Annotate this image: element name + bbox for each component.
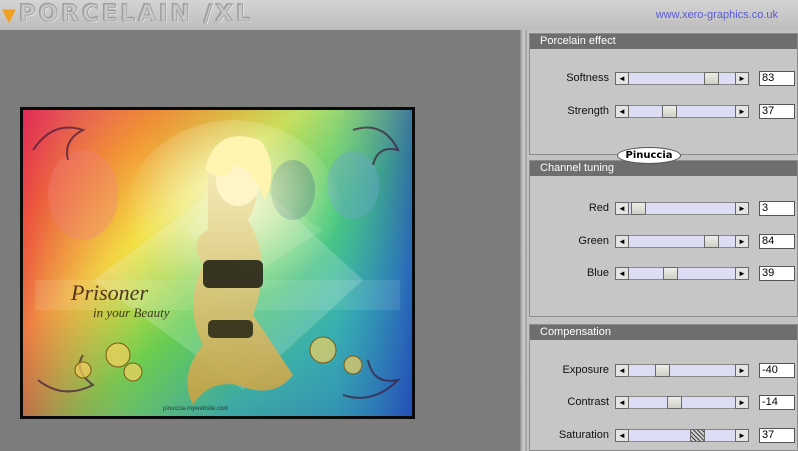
group-title: Compensation (530, 325, 797, 340)
saturation-row: Saturation ◄ ► 37 (530, 428, 798, 444)
softness-slider[interactable]: ◄ ► (615, 72, 749, 85)
red-value-field[interactable]: 3 (759, 201, 795, 216)
slider-thumb[interactable] (663, 267, 678, 280)
slider-thumb[interactable] (667, 396, 682, 409)
preview-image[interactable]: Prisoner in your Beauty pinuccia-mywebsi… (20, 107, 415, 419)
logo-triangle-icon: ▼ (2, 5, 19, 26)
blue-value-field[interactable]: 39 (759, 266, 795, 281)
right-arrow-icon[interactable]: ► (735, 105, 749, 118)
strength-slider[interactable]: ◄ ► (615, 105, 749, 118)
saturation-slider[interactable]: ◄ ► (615, 429, 749, 442)
left-arrow-icon[interactable]: ◄ (615, 429, 629, 442)
softness-row: Softness ◄ ► 83 (530, 71, 798, 87)
left-arrow-icon[interactable]: ◄ (615, 202, 629, 215)
red-slider[interactable]: ◄ ► (615, 202, 749, 215)
left-arrow-icon[interactable]: ◄ (615, 105, 629, 118)
porcelain-effect-group: Porcelain effect Softness ◄ ► 83 Strengt… (529, 33, 798, 155)
pane-divider[interactable] (520, 30, 527, 451)
slider-thumb[interactable] (655, 364, 670, 377)
left-arrow-icon[interactable]: ◄ (615, 235, 629, 248)
exposure-slider[interactable]: ◄ ► (615, 364, 749, 377)
contrast-label: Contrast (567, 396, 609, 408)
right-arrow-icon[interactable]: ► (735, 429, 749, 442)
saturation-label: Saturation (558, 429, 609, 441)
right-arrow-icon[interactable]: ► (735, 396, 749, 409)
left-arrow-icon[interactable]: ◄ (615, 267, 629, 280)
strength-label: Strength (567, 105, 609, 117)
compensation-group: Compensation Exposure ◄ ► -40 Contrast ◄… (529, 324, 798, 451)
slider-thumb[interactable] (704, 235, 719, 248)
title-bar: ▼PORCELAIN /XL www.xero-graphics.co.uk (0, 0, 798, 31)
right-arrow-icon[interactable]: ► (735, 72, 749, 85)
red-row: Red ◄ ► 3 (530, 201, 798, 217)
right-arrow-icon[interactable]: ► (735, 364, 749, 377)
slider-thumb[interactable] (662, 105, 677, 118)
softness-value-field[interactable]: 83 (759, 71, 795, 86)
green-label: Green (578, 235, 609, 247)
artwork-title: Prisoner (70, 280, 148, 305)
exposure-row: Exposure ◄ ► -40 (530, 363, 798, 379)
left-arrow-icon[interactable]: ◄ (615, 364, 629, 377)
red-label: Red (588, 202, 609, 214)
channel-tuning-group: Channel tuning Red ◄ ► 3 Green ◄ ► 84 Bl… (529, 160, 798, 317)
strength-row: Strength ◄ ► 37 (530, 104, 798, 120)
blue-slider[interactable]: ◄ ► (615, 267, 749, 280)
strength-value-field[interactable]: 37 (759, 104, 795, 119)
watermark-badge: Pinuccia (617, 147, 681, 164)
slider-thumb[interactable] (631, 202, 646, 215)
right-arrow-icon[interactable]: ► (735, 267, 749, 280)
saturation-value-field[interactable]: 37 (759, 428, 795, 443)
left-arrow-icon[interactable]: ◄ (615, 72, 629, 85)
website-link[interactable]: www.xero-graphics.co.uk (656, 9, 778, 21)
group-title: Porcelain effect (530, 34, 797, 49)
left-arrow-icon[interactable]: ◄ (615, 396, 629, 409)
softness-label: Softness (566, 72, 609, 84)
controls-pane: Porcelain effect Softness ◄ ► 83 Strengt… (527, 30, 798, 451)
preview-artwork: Prisoner in your Beauty pinuccia-mywebsi… (23, 110, 412, 416)
contrast-slider[interactable]: ◄ ► (615, 396, 749, 409)
slider-thumb[interactable] (704, 72, 719, 85)
blue-row: Blue ◄ ► 39 (530, 266, 798, 282)
blue-label: Blue (586, 267, 609, 279)
exposure-value-field[interactable]: -40 (759, 363, 795, 378)
slider-thumb[interactable] (690, 429, 705, 442)
artwork-subtitle: in your Beauty (93, 305, 170, 320)
green-row: Green ◄ ► 84 (530, 234, 798, 250)
contrast-row: Contrast ◄ ► -14 (530, 395, 798, 411)
right-arrow-icon[interactable]: ► (735, 235, 749, 248)
group-title: Channel tuning (530, 161, 797, 176)
green-slider[interactable]: ◄ ► (615, 235, 749, 248)
exposure-label: Exposure (562, 364, 609, 376)
right-arrow-icon[interactable]: ► (735, 202, 749, 215)
app-logo: ▼PORCELAIN /XL (2, 1, 254, 28)
logo-text: PORCELAIN /XL (18, 1, 254, 28)
preview-pane: Prisoner in your Beauty pinuccia-mywebsi… (0, 30, 520, 451)
contrast-value-field[interactable]: -14 (759, 395, 795, 410)
artwork-credit: pinuccia-mywebsite.com (163, 406, 228, 412)
green-value-field[interactable]: 84 (759, 234, 795, 249)
